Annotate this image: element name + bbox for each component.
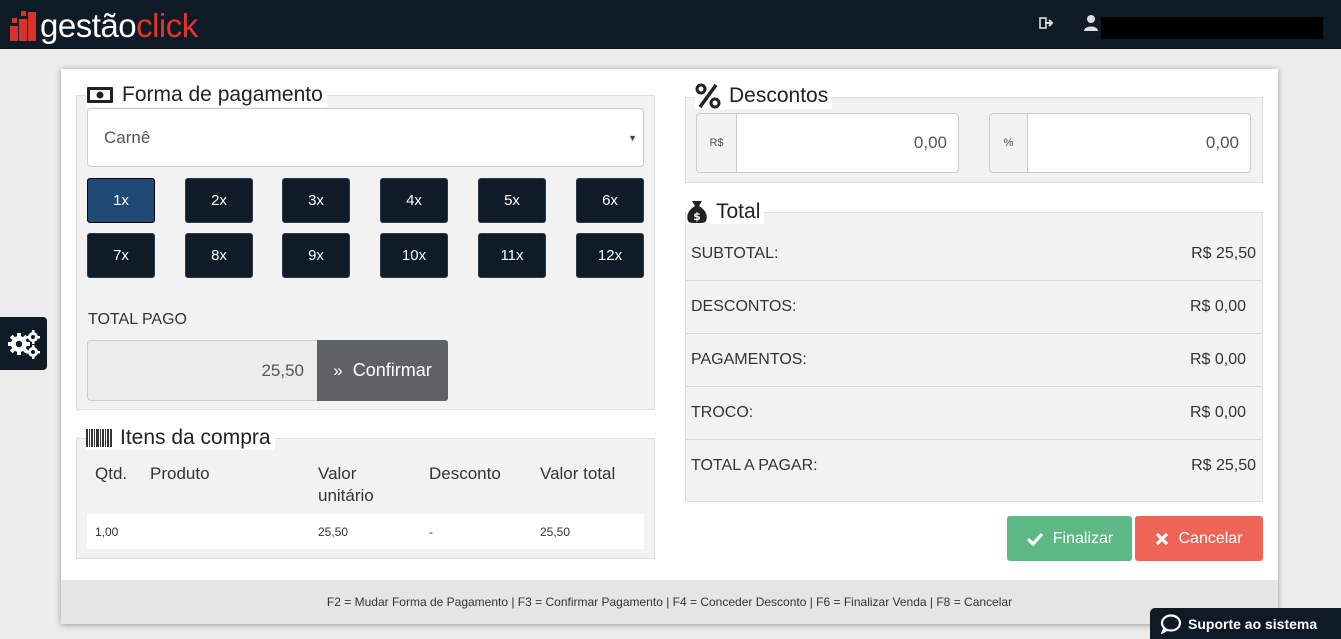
installment-12x-button[interactable]: 12x <box>576 233 644 278</box>
total-row-change: TROCO: R$ 0,00 <box>686 387 1262 440</box>
items-panel-title: Itens da compra <box>86 426 275 450</box>
total-row-payments: PAGAMENTOS: R$ 0,00 <box>686 334 1262 387</box>
percent-icon <box>695 83 721 109</box>
subtotal-value: R$ 25,50 <box>1191 245 1256 262</box>
payment-method-value: Carnê <box>104 127 151 147</box>
col-unit-price: Valor unitário <box>318 463 374 507</box>
discounts-total-label: DESCONTOS: <box>691 298 797 315</box>
total-paid-label: TOTAL PAGO <box>88 311 187 328</box>
payments-total-label: PAGAMENTOS: <box>691 351 807 368</box>
installment-1x-button[interactable]: 1x <box>87 178 155 223</box>
items-table-header: Qtd. Produto Valor unitário Desconto Val… <box>87 451 644 514</box>
items-panel-title-text: Itens da compra <box>120 426 271 449</box>
change-label: TROCO: <box>691 404 754 421</box>
total-row-discounts: DESCONTOS: R$ 0,00 <box>686 281 1262 334</box>
total-to-pay-label: TOTAL A PAGAR: <box>691 457 818 474</box>
svg-text:$: $ <box>693 210 701 223</box>
col-unit-price-line1: Valor <box>318 464 357 483</box>
row-discount: - <box>429 525 433 539</box>
totals-panel-title: $ Total <box>686 200 765 224</box>
double-chevron-right-icon: » <box>333 360 343 380</box>
check-icon <box>1026 532 1043 546</box>
installment-2x-button[interactable]: 2x <box>185 178 253 223</box>
logo[interactable]: gestãoclick <box>10 5 198 45</box>
user-icon[interactable] <box>1083 14 1099 32</box>
change-value: R$ 0,00 <box>1189 404 1246 421</box>
discounts-total-value: R$ 0,00 <box>1189 298 1246 315</box>
col-discount: Desconto <box>429 464 501 483</box>
installment-9x-button[interactable]: 9x <box>282 233 350 278</box>
support-label: Suporte ao sistema <box>1188 615 1318 632</box>
top-navbar: gestãoclick <box>0 0 1341 49</box>
sign-out-icon[interactable] <box>1039 15 1055 31</box>
money-bag-icon: $ <box>687 201 707 223</box>
row-total: 25,50 <box>540 525 571 539</box>
caret-down-icon: ▼ <box>628 133 637 143</box>
total-row-subtotal: SUBTOTAL: R$ 25,50 <box>686 228 1262 281</box>
support-button[interactable]: Suporte ao sistema <box>1150 608 1341 639</box>
finalize-button[interactable]: Finalizar <box>1007 516 1132 561</box>
discount-currency-group: R$ 0,00 <box>696 113 959 173</box>
installment-7x-button[interactable]: 7x <box>87 233 155 278</box>
confirm-payment-label: Confirmar <box>352 360 432 380</box>
items-table: Qtd. Produto Valor unitário Desconto Val… <box>87 451 644 549</box>
installment-10x-button[interactable]: 10x <box>380 233 448 278</box>
installment-6x-button[interactable]: 6x <box>576 178 644 223</box>
payment-panel-title: Forma de pagamento <box>86 83 327 107</box>
items-panel: Qtd. Produto Valor unitário Desconto Val… <box>76 438 655 559</box>
discounts-panel-title-text: Descontos <box>729 84 829 107</box>
cancel-label: Cancelar <box>1178 529 1243 547</box>
confirm-payment-button[interactable]: » Confirmar <box>317 340 448 401</box>
logo-mark-icon <box>10 9 38 41</box>
installment-8x-button[interactable]: 8x <box>185 233 253 278</box>
gears-icon <box>7 329 40 359</box>
barcode-icon <box>86 429 112 447</box>
discounts-panel-title: Descontos <box>695 83 833 109</box>
payments-total-value: R$ 0,00 <box>1189 351 1246 368</box>
close-icon <box>1156 532 1169 545</box>
col-total: Valor total <box>540 464 616 483</box>
total-paid-input[interactable]: 25,50 <box>87 340 318 401</box>
totals-panel: SUBTOTAL: R$ 25,50 DESCONTOS: R$ 0,00 PA… <box>685 212 1263 502</box>
installment-4x-button[interactable]: 4x <box>380 178 448 223</box>
logo-text: gestãoclick <box>40 9 198 42</box>
total-row-to-pay: TOTAL A PAGAR: R$ 25,50 <box>686 440 1262 493</box>
currency-prefix: R$ <box>696 113 736 173</box>
totals-panel-title-text: Total <box>716 200 761 223</box>
col-product: Produto <box>150 464 210 483</box>
money-bill-icon <box>87 87 113 103</box>
subtotal-label: SUBTOTAL: <box>691 245 779 262</box>
discount-percent-input[interactable]: 0,00 <box>1027 113 1251 173</box>
logo-text-click: click <box>136 6 198 44</box>
row-unit-price: 25,50 <box>318 525 349 539</box>
chat-bubble-icon <box>1160 613 1182 634</box>
total-to-pay-value: R$ 25,50 <box>1191 457 1256 474</box>
col-unit-price-line2: unitário <box>318 486 374 505</box>
table-row: 1,00 25,50 - 25,50 <box>87 514 644 549</box>
settings-tab[interactable] <box>0 317 47 370</box>
payment-panel-title-text: Forma de pagamento <box>122 83 323 106</box>
row-qty: 1,00 <box>95 525 119 539</box>
checkout-modal: Carnê ▼ 1x 2x 3x 4x 5x 6x 7x 8x 9x 10x 1… <box>61 69 1278 624</box>
percent-prefix: % <box>989 113 1027 173</box>
col-qty: Qtd. <box>95 464 128 483</box>
user-name[interactable] <box>1101 17 1323 39</box>
shortcuts-text: F2 = Mudar Forma de Pagamento | F3 = Con… <box>326 595 1013 609</box>
cancel-button[interactable]: Cancelar <box>1135 516 1263 561</box>
logo-text-gestao: gestão <box>40 6 137 44</box>
installment-11x-button[interactable]: 11x <box>478 233 546 278</box>
payment-method-select[interactable]: Carnê ▼ <box>87 108 644 167</box>
shortcuts-footer: F2 = Mudar Forma de Pagamento | F3 = Con… <box>61 580 1278 624</box>
discounts-panel: R$ 0,00 % 0,00 <box>685 97 1263 183</box>
finalize-label: Finalizar <box>1052 529 1114 547</box>
discount-percent-group: % 0,00 <box>989 113 1251 173</box>
payment-panel: Carnê ▼ 1x 2x 3x 4x 5x 6x 7x 8x 9x 10x 1… <box>76 95 655 410</box>
installment-3x-button[interactable]: 3x <box>282 178 350 223</box>
installment-5x-button[interactable]: 5x <box>478 178 546 223</box>
discount-currency-input[interactable]: 0,00 <box>736 113 959 173</box>
